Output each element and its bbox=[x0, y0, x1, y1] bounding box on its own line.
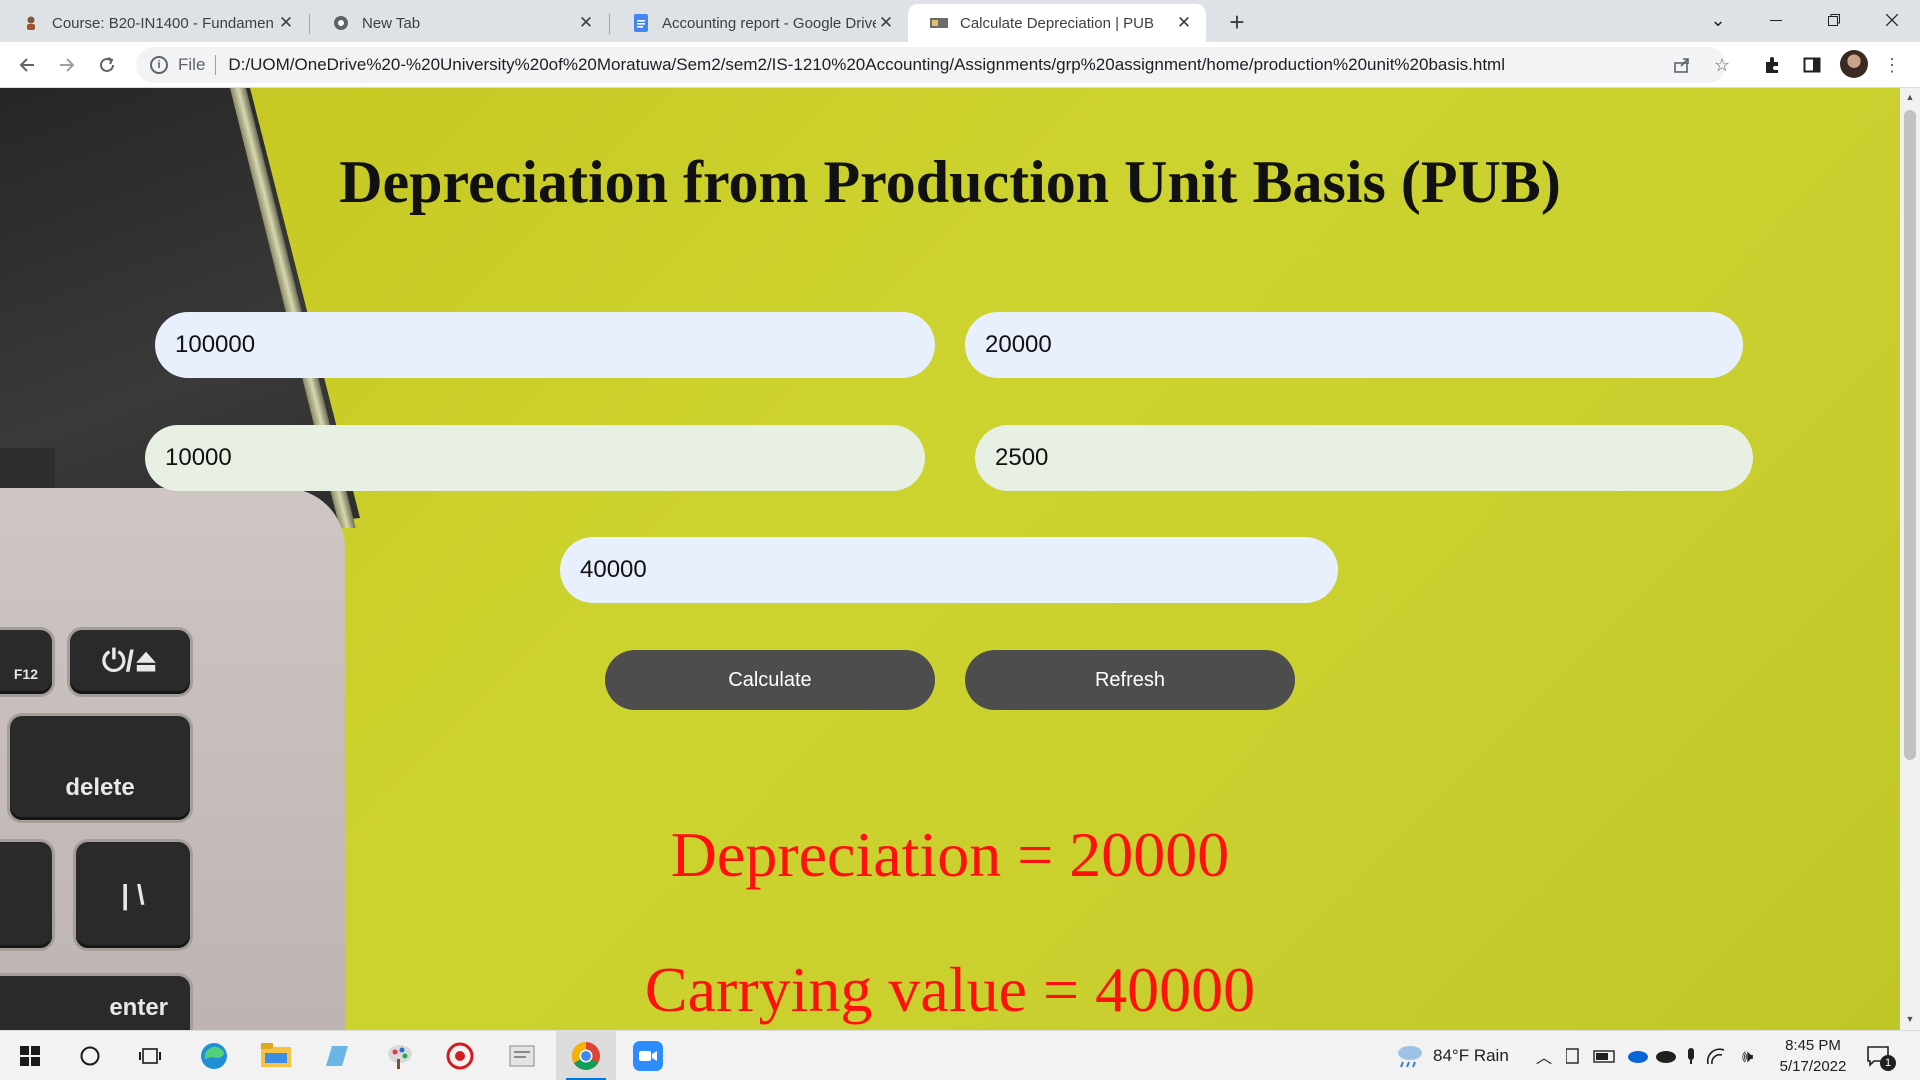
scrollbar-thumb[interactable] bbox=[1904, 110, 1916, 760]
close-icon bbox=[1886, 14, 1898, 26]
tab-title: Course: B20-IN1400 - Fundamen bbox=[52, 14, 274, 32]
moodle-icon bbox=[22, 14, 40, 32]
notifications-button[interactable]: 1 bbox=[1866, 1031, 1896, 1080]
info-icon[interactable]: i bbox=[150, 56, 168, 74]
show-hidden-icons-icon[interactable]: ︿ bbox=[1536, 1031, 1552, 1080]
key-label: ⏻/⏏ bbox=[101, 645, 159, 678]
calculate-button[interactable]: Calculate bbox=[605, 650, 935, 710]
share-icon[interactable] bbox=[1670, 53, 1694, 77]
url-text[interactable]: D:/UOM/OneDrive%20-%20University%20of%20… bbox=[228, 55, 1505, 75]
chrome-taskbar-icon[interactable] bbox=[556, 1031, 616, 1080]
tab-new-tab[interactable]: New Tab ✕ bbox=[310, 4, 608, 42]
address-bar[interactable]: i File D:/UOM/OneDrive%20-%20University%… bbox=[136, 47, 1726, 83]
tab-title: Calculate Depreciation | PUB bbox=[960, 14, 1154, 32]
site-favicon bbox=[930, 14, 948, 32]
tab-title: Accounting report - Google Drive bbox=[662, 14, 876, 32]
tab-course[interactable]: Course: B20-IN1400 - Fundamen ✕ bbox=[0, 4, 308, 42]
minimize-button[interactable] bbox=[1748, 0, 1804, 40]
side-panel-icon[interactable] bbox=[1800, 53, 1824, 77]
red-app-icon[interactable] bbox=[430, 1031, 490, 1080]
url-scheme: File bbox=[178, 55, 206, 74]
page-heading: Depreciation from Production Unit Basis … bbox=[339, 149, 1561, 215]
minimize-icon bbox=[1770, 20, 1782, 21]
field-2-input[interactable] bbox=[965, 312, 1743, 378]
document-app-icon[interactable] bbox=[492, 1031, 552, 1080]
key-power: ⏻/⏏ bbox=[70, 630, 190, 694]
field-5-input[interactable] bbox=[560, 537, 1338, 603]
forward-arrow-icon bbox=[60, 58, 75, 72]
page-scrollbar[interactable]: ▲ ▼ bbox=[1900, 88, 1920, 1030]
reload-button[interactable] bbox=[92, 50, 122, 80]
tab-title: New Tab bbox=[362, 14, 421, 32]
close-tab-icon[interactable]: ✕ bbox=[576, 13, 596, 33]
close-tab-icon[interactable]: ✕ bbox=[276, 13, 296, 33]
page-viewport: F12 ⏻/⏏ delete | \ enter Depreciation fr… bbox=[0, 88, 1900, 1030]
key-label: delete bbox=[65, 774, 135, 801]
depreciation-result: Depreciation = 20000 bbox=[670, 819, 1230, 890]
close-window-button[interactable] bbox=[1864, 0, 1920, 40]
notes-app-icon[interactable] bbox=[306, 1031, 366, 1080]
paint-app-icon[interactable] bbox=[370, 1031, 430, 1080]
back-arrow-icon bbox=[19, 58, 34, 72]
menu-kebab-icon[interactable]: ⋮ bbox=[1880, 53, 1904, 77]
carrying-value-result: Carrying value = 40000 bbox=[644, 954, 1256, 1025]
scroll-down-icon[interactable]: ▼ bbox=[1904, 1014, 1916, 1028]
volume-icon[interactable]: 🕪 bbox=[1742, 1031, 1753, 1080]
restore-icon bbox=[1828, 14, 1840, 26]
rain-cloud-icon bbox=[1398, 1046, 1422, 1068]
weather-text: 84°F Rain bbox=[1433, 1046, 1509, 1065]
tab-strip: Course: B20-IN1400 - Fundamen ✕ New Tab … bbox=[0, 0, 1920, 42]
task-view-icon[interactable] bbox=[120, 1031, 180, 1080]
field-4-input[interactable] bbox=[975, 425, 1753, 491]
browser-toolbar: i File D:/UOM/OneDrive%20-%20University%… bbox=[0, 42, 1920, 88]
tab-calculate-depreciation[interactable]: Calculate Depreciation | PUB ✕ bbox=[908, 4, 1206, 42]
close-tab-icon[interactable]: ✕ bbox=[1174, 13, 1194, 33]
reload-icon bbox=[100, 57, 114, 72]
forward-button[interactable] bbox=[52, 50, 82, 80]
weather-widget[interactable]: 84°F Rain bbox=[1395, 1031, 1509, 1080]
refresh-button[interactable]: Refresh bbox=[965, 650, 1295, 710]
search-circle-icon[interactable] bbox=[60, 1031, 120, 1080]
tab-search-icon[interactable]: ⌄ bbox=[1690, 0, 1746, 40]
key-label: F12 bbox=[13, 666, 38, 682]
clock-date: 5/17/2022 bbox=[1779, 1058, 1847, 1075]
field-3-input[interactable] bbox=[145, 425, 925, 491]
windows-taskbar: 84°F Rain ︿ 🕪 8:45 PM 5/17/2022 1 bbox=[0, 1030, 1920, 1080]
omnibox-divider bbox=[215, 55, 217, 75]
tab-accounting-report[interactable]: Accounting report - Google Drive ✕ bbox=[610, 4, 908, 42]
close-tab-icon[interactable]: ✕ bbox=[876, 13, 896, 33]
bookmark-star-icon[interactable]: ☆ bbox=[1710, 53, 1734, 77]
notification-count: 1 bbox=[1880, 1055, 1896, 1071]
extensions-icon[interactable] bbox=[1760, 53, 1784, 77]
new-tab-button[interactable]: + bbox=[1222, 8, 1252, 38]
field-1-input[interactable] bbox=[155, 312, 935, 378]
system-tray-icons[interactable] bbox=[1566, 1031, 1736, 1080]
google-docs-icon bbox=[632, 14, 650, 32]
file-explorer-icon[interactable] bbox=[246, 1031, 306, 1080]
edge-icon[interactable] bbox=[184, 1031, 244, 1080]
key-delete: delete bbox=[10, 716, 190, 820]
restore-button[interactable] bbox=[1806, 0, 1862, 40]
clock-time: 8:45 PM bbox=[1785, 1037, 1841, 1054]
back-button[interactable] bbox=[12, 50, 42, 80]
chrome-icon bbox=[332, 14, 350, 32]
profile-avatar[interactable] bbox=[1840, 50, 1868, 78]
clock[interactable]: 8:45 PM 5/17/2022 bbox=[1768, 1035, 1858, 1077]
key-f12: F12 bbox=[0, 630, 52, 694]
windows-start-icon[interactable] bbox=[0, 1031, 60, 1080]
scroll-up-icon[interactable]: ▲ bbox=[1904, 92, 1916, 106]
zoom-icon[interactable] bbox=[618, 1031, 678, 1080]
